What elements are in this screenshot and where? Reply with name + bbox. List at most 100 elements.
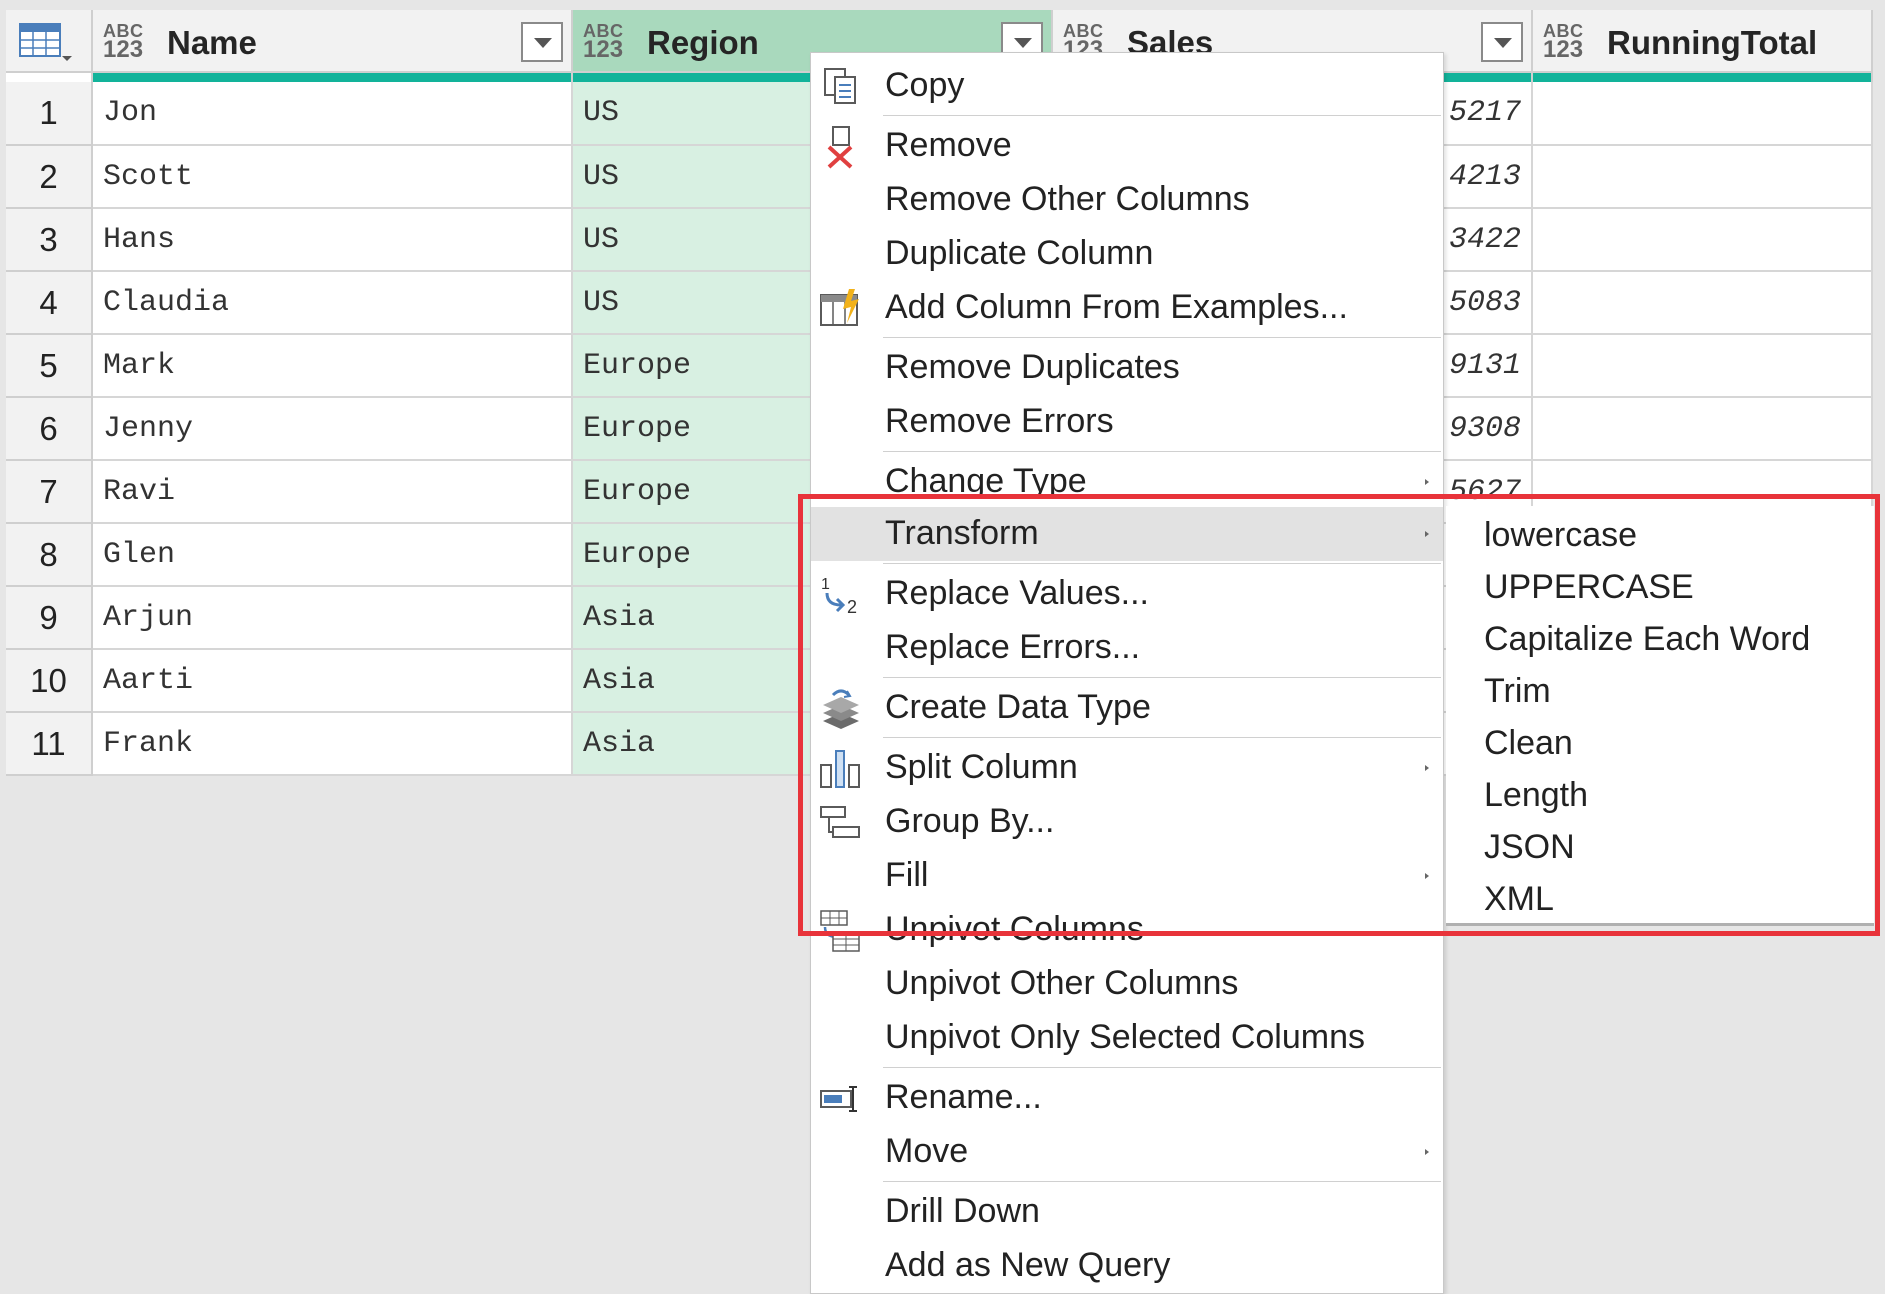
column-quality-bar [1532, 72, 1872, 82]
table-icon [18, 22, 78, 62]
submenu-arrow-icon [1425, 1149, 1429, 1155]
menu-item-add-as-new-query[interactable]: Add as New Query [811, 1239, 1443, 1293]
menu-item-unpivot-only-selected-columns[interactable]: Unpivot Only Selected Columns [811, 1011, 1443, 1065]
column-name: Name [167, 24, 257, 62]
menu-item-copy[interactable]: Copy [811, 59, 1443, 113]
submenu-item-length[interactable]: Length [1446, 772, 1874, 822]
column-header-name[interactable]: ABC123 Name [92, 10, 572, 72]
submenu-item-label: Clean [1484, 724, 1573, 763]
unpivot-columns-icon [819, 909, 863, 953]
cell-running-total[interactable] [1532, 334, 1872, 397]
split-column-icon [819, 747, 863, 791]
menu-separator [883, 1067, 1441, 1068]
menu-item-transform[interactable]: Transform [811, 507, 1443, 561]
submenu-arrow-icon [1425, 531, 1429, 537]
cell-running-total[interactable] [1532, 208, 1872, 271]
row-number[interactable]: 5 [6, 334, 92, 397]
quality-bar-spacer [6, 72, 92, 82]
menu-item-move[interactable]: Move [811, 1125, 1443, 1179]
row-number[interactable]: 6 [6, 397, 92, 460]
table-menu-button[interactable] [6, 10, 92, 72]
menu-item-create-data-type[interactable]: Create Data Type [811, 681, 1443, 735]
menu-item-replace-errors[interactable]: Replace Errors... [811, 621, 1443, 675]
cell-name[interactable]: Scott [92, 145, 572, 208]
cell-name[interactable]: Claudia [92, 271, 572, 334]
row-number[interactable]: 7 [6, 460, 92, 523]
menu-item-label: Replace Errors... [885, 628, 1140, 667]
menu-item-label: Copy [885, 66, 964, 105]
submenu-item-trim[interactable]: Trim [1446, 668, 1874, 718]
menu-item-label: Group By... [885, 802, 1054, 841]
menu-item-rename[interactable]: Rename... [811, 1071, 1443, 1125]
filter-dropdown-button[interactable] [1481, 22, 1523, 62]
cell-running-total[interactable] [1532, 82, 1872, 145]
menu-item-split-column[interactable]: Split Column [811, 741, 1443, 795]
submenu-item-xml[interactable]: XML [1446, 876, 1874, 926]
menu-item-remove-other-columns[interactable]: Remove Other Columns [811, 173, 1443, 227]
menu-item-label: Change Type [885, 462, 1087, 501]
row-number[interactable]: 10 [6, 649, 92, 712]
menu-item-label: Unpivot Only Selected Columns [885, 1018, 1365, 1057]
menu-item-label: Remove Duplicates [885, 348, 1180, 387]
cell-name[interactable]: Frank [92, 712, 572, 775]
cell-name[interactable]: Jenny [92, 397, 572, 460]
menu-item-remove[interactable]: Remove [811, 119, 1443, 173]
row-number[interactable]: 1 [6, 82, 92, 145]
menu-item-unpivot-other-columns[interactable]: Unpivot Other Columns [811, 957, 1443, 1011]
filter-dropdown-button[interactable] [521, 22, 563, 62]
replace-values-icon: 1 2 [819, 573, 863, 617]
cell-running-total[interactable] [1532, 271, 1872, 334]
row-number[interactable]: 8 [6, 523, 92, 586]
menu-item-label: Add as New Query [885, 1246, 1170, 1285]
cell-name[interactable]: Jon [92, 82, 572, 145]
menu-separator [883, 451, 1441, 452]
any-type-icon[interactable]: ABC123 [1543, 22, 1585, 60]
add-column-from-examples-icon [819, 287, 863, 331]
row-number[interactable]: 11 [6, 712, 92, 775]
cell-name[interactable]: Mark [92, 334, 572, 397]
row-number[interactable]: 4 [6, 271, 92, 334]
submenu-item-json[interactable]: JSON [1446, 824, 1874, 874]
menu-item-label: Remove [885, 126, 1012, 165]
menu-item-label: Unpivot Other Columns [885, 964, 1238, 1003]
menu-item-change-type[interactable]: Change Type [811, 455, 1443, 509]
column-header-running-total[interactable]: ABC123 RunningTotal [1532, 10, 1872, 72]
column-name: RunningTotal [1607, 24, 1817, 62]
any-type-icon[interactable]: ABC123 [583, 22, 625, 60]
row-number[interactable]: 2 [6, 145, 92, 208]
any-type-icon[interactable]: ABC123 [103, 22, 145, 60]
row-number[interactable]: 3 [6, 208, 92, 271]
submenu-item-lowercase[interactable]: lowercase [1446, 512, 1874, 562]
cell-name[interactable]: Aarti [92, 649, 572, 712]
row-number[interactable]: 9 [6, 586, 92, 649]
svg-text:1: 1 [821, 576, 830, 593]
menu-item-duplicate-column[interactable]: Duplicate Column [811, 227, 1443, 281]
menu-item-label: Drill Down [885, 1192, 1040, 1231]
menu-item-fill[interactable]: Fill [811, 849, 1443, 903]
column-quality-bar [92, 72, 572, 82]
menu-item-replace-values[interactable]: 1 2 Replace Values... [811, 567, 1443, 621]
menu-item-drill-down[interactable]: Drill Down [811, 1185, 1443, 1239]
menu-item-label: Add Column From Examples... [885, 288, 1348, 327]
menu-item-label: Fill [885, 856, 928, 895]
submenu-item-capitalize-each-word[interactable]: Capitalize Each Word [1446, 616, 1874, 666]
group-by-icon [819, 801, 863, 845]
cell-name[interactable]: Arjun [92, 586, 572, 649]
menu-item-unpivot-columns[interactable]: Unpivot Columns [811, 903, 1443, 957]
menu-item-remove-duplicates[interactable]: Remove Duplicates [811, 341, 1443, 395]
cell-running-total[interactable] [1532, 397, 1872, 460]
rename-icon [819, 1077, 863, 1121]
menu-item-group-by[interactable]: Group By... [811, 795, 1443, 849]
cell-name[interactable]: Glen [92, 523, 572, 586]
submenu-item-uppercase[interactable]: UPPERCASE [1446, 564, 1874, 614]
menu-item-remove-errors[interactable]: Remove Errors [811, 395, 1443, 449]
cell-name[interactable]: Ravi [92, 460, 572, 523]
menu-item-label: Replace Values... [885, 574, 1149, 613]
cell-running-total[interactable] [1532, 145, 1872, 208]
submenu-item-label: UPPERCASE [1484, 568, 1694, 607]
cell-name[interactable]: Hans [92, 208, 572, 271]
menu-item-add-column-from-examples[interactable]: Add Column From Examples... [811, 281, 1443, 335]
submenu-item-label: lowercase [1484, 516, 1637, 555]
submenu-item-clean[interactable]: Clean [1446, 720, 1874, 770]
menu-item-label: Create Data Type [885, 688, 1151, 727]
